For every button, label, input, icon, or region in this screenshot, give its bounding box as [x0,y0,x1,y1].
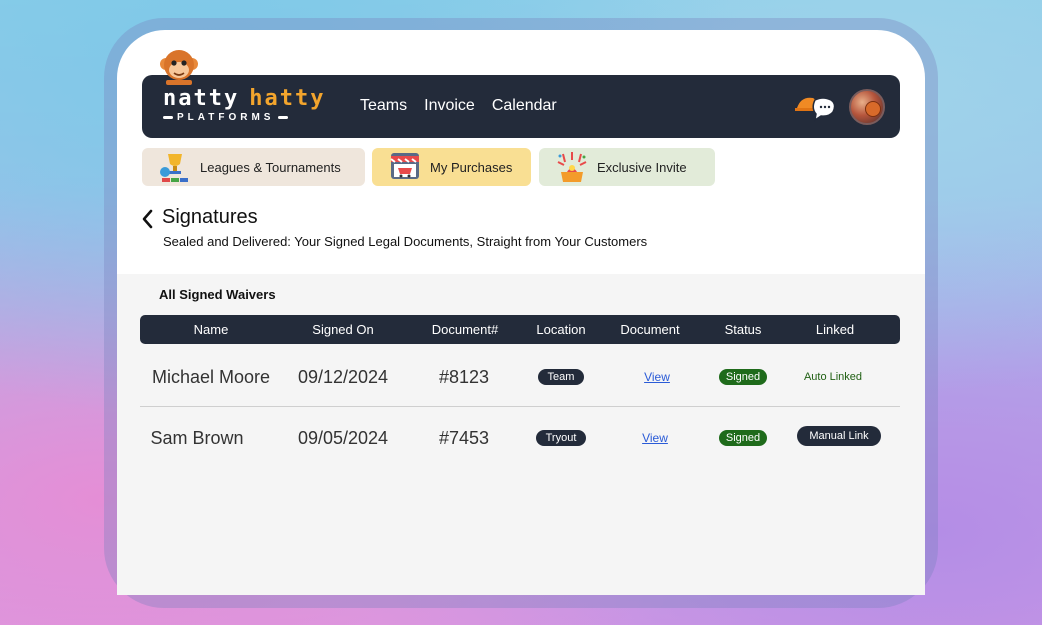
chevron-left-icon[interactable] [140,208,156,230]
chip-label: My Purchases [430,159,513,175]
chip-label: Leagues & Tournaments [200,159,341,175]
view-document-link[interactable]: View [642,431,668,445]
col-location: Location [536,322,586,337]
logo-subtitle: PLATFORMS [163,112,333,123]
trophy-icon [158,150,192,184]
logo-dash-left [163,116,173,119]
cell-linked: Auto Linked [790,347,876,407]
location-badge: Tryout [535,430,587,446]
cell-name: Michael Moore [151,366,271,387]
cell-document-number: #7453 [438,427,490,448]
logo-wordmark: natty hatty [163,86,333,111]
cell-location: Team [516,347,606,407]
logo-word-hatty: hatty [249,86,326,111]
view-document-link[interactable]: View [644,370,670,384]
chip-label: Exclusive Invite [597,159,687,175]
cell-signed-on: 09/12/2024 [297,366,389,387]
cell-document: View [612,347,702,407]
logo-platforms-text: PLATFORMS [177,112,275,123]
party-icon [555,150,589,184]
col-document-number: Document# [431,322,499,337]
cell-name: Sam Brown [150,427,244,448]
cell-location: Tryout [516,408,606,468]
manual-link-button[interactable]: Manual Link [797,426,881,446]
col-name: Name [193,322,229,337]
status-badge: Signed [718,369,768,385]
table-row: Michael Moore 09/12/2024 #8123 Team View… [140,347,900,407]
cap-chat-icon[interactable] [795,92,837,122]
cell-status: Signed [694,408,792,468]
nav-link-teams[interactable]: Teams [360,97,407,115]
cell-document: View [610,408,700,468]
table-header: Name Signed On Document# Location Docume… [140,315,900,344]
location-badge: Team [537,369,585,385]
basketball-icon [865,101,881,117]
cell-status: Signed [694,347,792,407]
chip-exclusive-invite[interactable]: Exclusive Invite [539,148,715,186]
nav-link-invoice[interactable]: Invoice [424,97,475,115]
cell-signed-on: 09/05/2024 [297,427,389,448]
status-badge: Signed [718,430,768,446]
page-subtitle: Sealed and Delivered: Your Signed Legal … [163,234,648,249]
user-avatar[interactable] [849,89,885,125]
col-signed-on: Signed On [312,322,374,337]
chip-my-purchases[interactable]: My Purchases [372,148,531,186]
logo-dash-right [278,116,289,119]
chip-leagues-tournaments[interactable]: Leagues & Tournaments [142,148,365,186]
logo-word-natty: natty [163,86,240,111]
monkey-icon [158,44,200,86]
brand-logo[interactable]: natty hatty PLATFORMS [163,86,333,128]
col-linked: Linked [815,322,855,337]
nav-link-calendar[interactable]: Calendar [492,97,557,115]
auto-linked-label: Auto Linked [803,371,863,383]
table-row: Sam Brown 09/05/2024 #7453 Tryout View S… [140,408,900,468]
shop-icon [388,150,422,184]
col-status: Status [724,322,762,337]
nav-links: Teams Invoice Calendar [360,97,557,115]
col-document: Document [620,322,680,337]
cell-linked: Manual Link [796,408,882,464]
cell-document-number: #8123 [438,366,490,387]
page-title: Signatures [162,206,258,228]
section-title: All Signed Waivers [159,287,276,302]
